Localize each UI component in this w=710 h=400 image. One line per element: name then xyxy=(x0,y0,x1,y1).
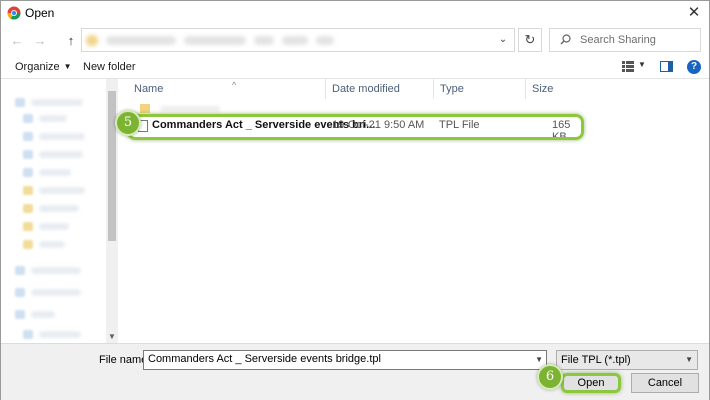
arrow-up-icon: ↑ xyxy=(67,33,75,48)
nav-item[interactable] xyxy=(23,239,65,249)
scroll-down-icon[interactable]: ▼ xyxy=(106,331,118,343)
forward-button[interactable]: → xyxy=(30,32,50,50)
refresh-icon: ↻ xyxy=(524,32,536,47)
arrow-left-icon: ← xyxy=(10,33,24,48)
breadcrumb xyxy=(86,35,386,46)
close-button[interactable]: ✕ xyxy=(679,1,709,25)
step-6-callout: 6 xyxy=(537,364,563,390)
chevron-down-icon: ▼ xyxy=(685,355,693,364)
dialog-footer: File name: Commanders Act _ Serverside e… xyxy=(1,343,709,400)
chrome-app-icon xyxy=(7,6,21,20)
nav-item[interactable] xyxy=(23,167,71,177)
chevron-down-icon[interactable]: ⌄ xyxy=(496,33,510,47)
file-name-value: Commanders Act _ Serverside events bridg… xyxy=(148,353,381,365)
nav-item[interactable] xyxy=(23,149,83,159)
back-button[interactable]: ← xyxy=(7,32,27,50)
nav-item[interactable] xyxy=(15,309,55,319)
step-5-callout: 5 xyxy=(115,110,141,136)
file-type-select[interactable]: File TPL (*.tpl) ▼ xyxy=(556,350,698,370)
scrollbar-thumb[interactable] xyxy=(108,91,116,241)
up-button[interactable]: ↑ xyxy=(61,32,81,50)
new-folder-button[interactable]: New folder xyxy=(83,61,136,73)
caret-down-icon: ▼ xyxy=(63,62,72,71)
arrow-right-icon: → xyxy=(33,33,47,48)
search-icon xyxy=(560,34,571,45)
close-icon: ✕ xyxy=(687,4,701,21)
file-highlight-outline xyxy=(127,114,584,140)
folder-icon xyxy=(86,35,98,46)
column-header-date[interactable]: Date modified xyxy=(326,79,434,99)
nav-item[interactable] xyxy=(15,287,81,297)
view-options-icon[interactable] xyxy=(622,61,634,72)
navigation-pane xyxy=(1,79,119,343)
column-name-label: Name xyxy=(134,83,164,95)
open-dialog: Open ✕ ← → ↑ ⌄ ↻ Search Sharing Organize… xyxy=(0,0,710,400)
file-name-field[interactable]: Commanders Act _ Serverside events bridg… xyxy=(143,350,547,370)
nav-item[interactable] xyxy=(23,113,67,123)
refresh-button[interactable]: ↻ xyxy=(518,28,542,52)
file-type-filter-value: File TPL (*.tpl) xyxy=(561,354,631,366)
help-icon[interactable]: ? xyxy=(687,60,701,74)
nav-item[interactable] xyxy=(23,203,79,213)
sort-ascending-icon: ^ xyxy=(232,80,237,90)
column-header-size[interactable]: Size xyxy=(526,79,586,99)
nav-item[interactable] xyxy=(23,131,85,141)
navigation-bar: ← → ↑ ⌄ ↻ Search Sharing xyxy=(1,25,709,57)
search-placeholder: Search Sharing xyxy=(580,34,656,46)
cancel-button[interactable]: Cancel xyxy=(631,373,699,393)
preview-pane-icon[interactable] xyxy=(660,61,673,72)
nav-item[interactable] xyxy=(15,265,81,275)
organize-label: Organize xyxy=(15,61,60,73)
title-bar: Open ✕ xyxy=(1,1,709,25)
nav-item[interactable] xyxy=(23,221,69,231)
search-input[interactable]: Search Sharing xyxy=(549,28,701,52)
view-caret-icon[interactable]: ▼ xyxy=(638,60,646,69)
nav-item[interactable] xyxy=(23,185,85,195)
organize-menu[interactable]: Organize ▼ xyxy=(15,61,72,73)
nav-item[interactable] xyxy=(15,97,83,107)
column-header-name[interactable]: Name ^ xyxy=(128,79,326,99)
folder-icon xyxy=(140,104,150,113)
command-toolbar: Organize ▼ New folder ▼ ? xyxy=(1,57,709,79)
nav-item[interactable] xyxy=(23,329,81,339)
address-bar[interactable]: ⌄ xyxy=(81,28,515,52)
open-button[interactable]: Open xyxy=(561,373,621,393)
column-header-type[interactable]: Type xyxy=(434,79,526,99)
chevron-down-icon[interactable]: ▼ xyxy=(535,355,543,364)
window-title: Open xyxy=(25,6,55,20)
